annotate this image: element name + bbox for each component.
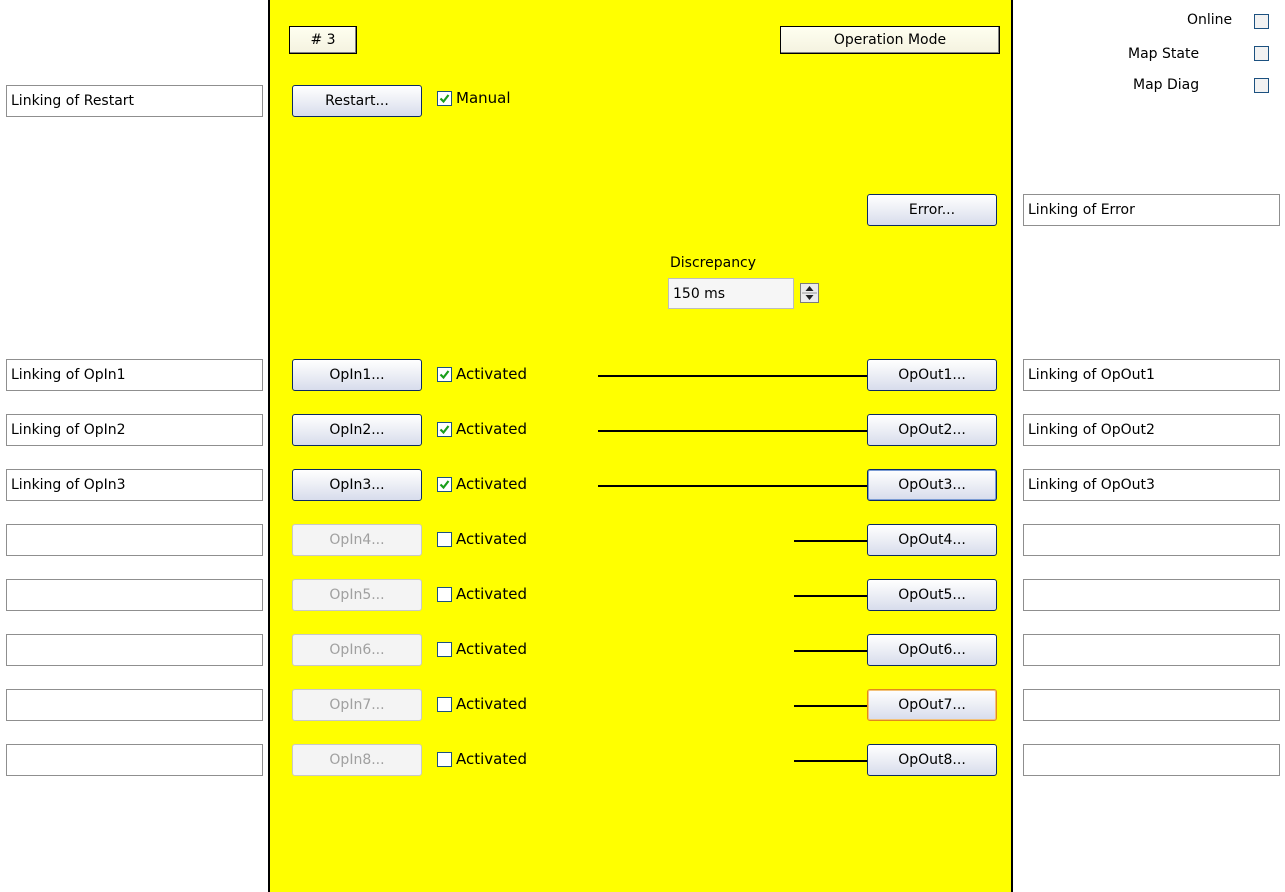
opout2-button[interactable]: OpOut2... (867, 414, 997, 446)
opout4-button[interactable]: OpOut4... (867, 524, 997, 556)
map-diag-label: Map Diag (1133, 77, 1200, 93)
opin4-link-field[interactable] (6, 524, 263, 556)
opin3-link-field[interactable]: Linking of OpIn3 (6, 469, 263, 501)
activated-label-1: Activated (456, 365, 527, 383)
connector-line-1 (598, 375, 867, 377)
map-state-checkbox[interactable] (1254, 46, 1269, 61)
opin2-link-field[interactable]: Linking of OpIn2 (6, 414, 263, 446)
check-icon (439, 94, 450, 104)
opout2-link-field[interactable]: Linking of OpOut2 (1023, 414, 1280, 446)
activated-label-2: Activated (456, 420, 527, 438)
activated-label-5: Activated (456, 585, 527, 603)
activated-checkbox-2[interactable] (437, 422, 452, 437)
opin1-link-field[interactable]: Linking of OpIn1 (6, 359, 263, 391)
opin4-button: OpIn4... (292, 524, 422, 556)
opin8-link-field[interactable] (6, 744, 263, 776)
opout8-button[interactable]: OpOut8... (867, 744, 997, 776)
operation-mode-button[interactable]: Operation Mode (780, 26, 1000, 54)
opout6-button[interactable]: OpOut6... (867, 634, 997, 666)
opout3-button[interactable]: OpOut3... (867, 469, 997, 501)
opout4-link-field[interactable] (1023, 524, 1280, 556)
manual-label: Manual (456, 89, 511, 107)
connector-line-6 (794, 650, 867, 652)
opout1-button[interactable]: OpOut1... (867, 359, 997, 391)
activated-checkbox-8[interactable] (437, 752, 452, 767)
online-checkbox[interactable] (1254, 14, 1269, 29)
check-icon (439, 425, 450, 435)
connector-line-5 (794, 595, 867, 597)
connector-line-8 (794, 760, 867, 762)
check-icon (439, 370, 450, 380)
opin6-button: OpIn6... (292, 634, 422, 666)
restart-button[interactable]: Restart... (292, 85, 422, 117)
activated-checkbox-1[interactable] (437, 367, 452, 382)
error-button[interactable]: Error... (867, 194, 997, 226)
connector-line-4 (794, 540, 867, 542)
activated-label-8: Activated (456, 750, 527, 768)
function-block-panel: # 3 Operation Mode Restart... Manual Err… (268, 0, 1013, 892)
error-link-field[interactable]: Linking of Error (1023, 194, 1280, 226)
opout5-button[interactable]: OpOut5... (867, 579, 997, 611)
manual-checkbox[interactable] (437, 91, 452, 106)
check-icon (439, 480, 450, 490)
opout7-button[interactable]: OpOut7... (867, 689, 997, 721)
discrepancy-label: Discrepancy (670, 255, 757, 271)
opin1-button[interactable]: OpIn1... (292, 359, 422, 391)
online-label: Online (1187, 12, 1233, 28)
connector-line-2 (598, 430, 867, 432)
activated-label-6: Activated (456, 640, 527, 658)
opout6-link-field[interactable] (1023, 634, 1280, 666)
opout3-link-field[interactable]: Linking of OpOut3 (1023, 469, 1280, 501)
activated-checkbox-5[interactable] (437, 587, 452, 602)
opin2-button[interactable]: OpIn2... (292, 414, 422, 446)
opout8-link-field[interactable] (1023, 744, 1280, 776)
discrepancy-input[interactable]: 150 ms (668, 278, 794, 309)
activated-label-4: Activated (456, 530, 527, 548)
opin5-button: OpIn5... (292, 579, 422, 611)
activated-checkbox-3[interactable] (437, 477, 452, 492)
activated-checkbox-7[interactable] (437, 697, 452, 712)
activated-label-7: Activated (456, 695, 527, 713)
opout7-link-field[interactable] (1023, 689, 1280, 721)
activated-label-3: Activated (456, 475, 527, 493)
activated-checkbox-6[interactable] (437, 642, 452, 657)
discrepancy-spinner[interactable] (800, 283, 819, 303)
connector-line-3 (598, 485, 867, 487)
opin7-button: OpIn7... (292, 689, 422, 721)
connector-line-7 (794, 705, 867, 707)
restart-link-field[interactable]: Linking of Restart (6, 85, 263, 117)
opin3-button[interactable]: OpIn3... (292, 469, 422, 501)
opin7-link-field[interactable] (6, 689, 263, 721)
opin6-link-field[interactable] (6, 634, 263, 666)
opin5-link-field[interactable] (6, 579, 263, 611)
map-diag-checkbox[interactable] (1254, 78, 1269, 93)
activated-checkbox-4[interactable] (437, 532, 452, 547)
block-number-button[interactable]: # 3 (289, 26, 357, 54)
map-state-label: Map State (1128, 46, 1200, 62)
opin8-button: OpIn8... (292, 744, 422, 776)
opout1-link-field[interactable]: Linking of OpOut1 (1023, 359, 1280, 391)
spin-arrows-icon (802, 286, 817, 300)
opout5-link-field[interactable] (1023, 579, 1280, 611)
